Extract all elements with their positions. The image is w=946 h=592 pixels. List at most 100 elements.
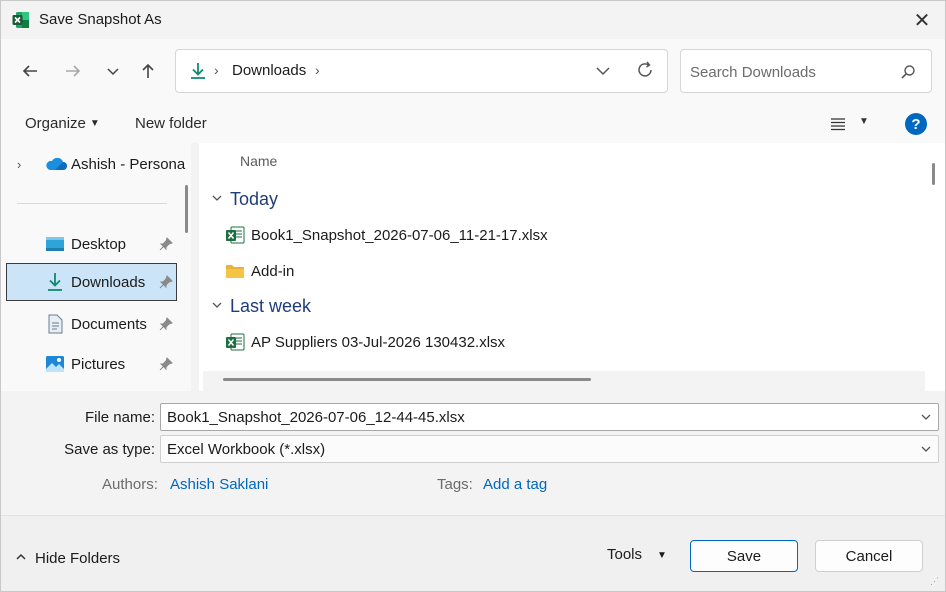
nav-item-pictures[interactable]: Pictures bbox=[6, 345, 177, 383]
title-bar: Save Snapshot As ✕ bbox=[1, 1, 945, 39]
downloads-icon bbox=[191, 63, 205, 79]
pin-icon[interactable] bbox=[159, 357, 173, 371]
horizontal-scrollbar-thumb[interactable] bbox=[223, 378, 591, 381]
up-arrow-icon bbox=[142, 63, 154, 78]
chevron-down-icon bbox=[211, 192, 229, 207]
forward-arrow-icon bbox=[66, 65, 81, 77]
group-label: Last week bbox=[230, 296, 312, 316]
new-folder-button[interactable]: New folder bbox=[135, 115, 207, 132]
recent-locations-button[interactable] bbox=[99, 59, 127, 83]
authors-label: Authors: bbox=[102, 476, 158, 493]
nav-scrollbar-thumb[interactable] bbox=[185, 185, 188, 233]
nav-item-label: Pictures bbox=[71, 355, 126, 373]
close-button[interactable]: ✕ bbox=[899, 1, 945, 39]
file-list-pane: Name Today Book1_Snapshot_2026-07-06_11-… bbox=[199, 143, 945, 391]
save-as-type-value: Excel Workbook (*.xlsx) bbox=[167, 441, 326, 458]
authors-value[interactable]: Ashish Saklani bbox=[170, 476, 268, 493]
search-input[interactable] bbox=[690, 62, 890, 82]
new-folder-label: New folder bbox=[135, 115, 207, 132]
chevron-down-icon[interactable] bbox=[920, 411, 932, 423]
navigation-pane: › Ashish - Persona Desktop Downloads Doc… bbox=[1, 143, 191, 391]
pictures-icon bbox=[46, 356, 64, 372]
hide-folders-label: Hide Folders bbox=[35, 550, 121, 567]
tags-label: Tags: bbox=[437, 476, 473, 493]
address-row: › Downloads › bbox=[1, 39, 945, 105]
file-name-label: File name: bbox=[84, 409, 155, 426]
downloads-icon bbox=[48, 273, 62, 291]
close-icon: ✕ bbox=[913, 9, 931, 32]
resize-grip-icon[interactable]: ⋰ bbox=[930, 576, 942, 588]
pin-icon[interactable] bbox=[159, 275, 173, 289]
breadcrumb-separator[interactable]: › bbox=[315, 62, 320, 78]
command-bar: Organize ▼ New folder ▼ ? bbox=[1, 105, 945, 143]
search-icon[interactable] bbox=[899, 63, 917, 81]
up-button[interactable] bbox=[134, 59, 162, 83]
pin-icon[interactable] bbox=[159, 317, 173, 331]
onedrive-cloud-icon bbox=[46, 157, 67, 170]
cancel-button[interactable]: Cancel bbox=[815, 540, 923, 572]
nav-item-label: Ashish - Persona bbox=[71, 155, 186, 173]
vertical-scrollbar[interactable] bbox=[925, 143, 945, 391]
file-row[interactable]: Add-in bbox=[225, 256, 925, 286]
add-tag-link[interactable]: Add a tag bbox=[483, 476, 547, 493]
breadcrumb-separator[interactable]: › bbox=[214, 62, 219, 78]
breadcrumb-downloads[interactable]: Downloads bbox=[232, 62, 306, 79]
nav-item-desktop[interactable]: Desktop bbox=[6, 225, 177, 263]
dialog-footer: Hide Folders Tools ▼ Save Cancel ⋰ bbox=[1, 515, 945, 591]
chevron-up-icon bbox=[15, 551, 27, 566]
forward-button[interactable] bbox=[59, 59, 87, 83]
file-row[interactable]: Book1_Snapshot_2026-07-06_11-21-17.xlsx bbox=[225, 220, 925, 250]
chevron-down-icon bbox=[921, 446, 931, 452]
file-name: Add-in bbox=[251, 262, 295, 280]
expand-chevron-icon[interactable]: › bbox=[17, 157, 21, 172]
save-form: File name: Book1_Snapshot_2026-07-06_12-… bbox=[1, 391, 945, 515]
organize-label: Organize bbox=[25, 115, 86, 132]
refresh-icon[interactable] bbox=[634, 59, 656, 81]
file-name: Book1_Snapshot_2026-07-06_11-21-17.xlsx bbox=[251, 226, 548, 244]
file-name-field[interactable]: Book1_Snapshot_2026-07-06_12-44-45.xlsx bbox=[160, 403, 939, 431]
caret-down-icon: ▼ bbox=[89, 118, 100, 129]
excel-app-icon bbox=[12, 12, 29, 28]
address-history-icon[interactable] bbox=[592, 60, 614, 82]
dialog-title: Save Snapshot As bbox=[39, 11, 162, 28]
folder-icon bbox=[226, 265, 244, 278]
nav-item-downloads[interactable]: Downloads bbox=[6, 263, 177, 301]
pin-icon[interactable] bbox=[159, 237, 173, 251]
tools-menu[interactable]: Tools bbox=[607, 546, 642, 563]
nav-item-label: Downloads bbox=[71, 273, 146, 291]
excel-file-icon bbox=[226, 333, 245, 351]
save-as-type-select[interactable]: Excel Workbook (*.xlsx) bbox=[160, 435, 939, 463]
documents-icon bbox=[48, 314, 63, 334]
nav-item-onedrive[interactable]: › Ashish - Persona bbox=[6, 145, 185, 183]
desktop-icon bbox=[46, 237, 64, 251]
back-button[interactable] bbox=[16, 59, 44, 83]
group-header-last-week[interactable]: Last week bbox=[211, 296, 311, 317]
save-as-dialog: Save Snapshot As ✕ › Downloads › Search … bbox=[0, 0, 946, 592]
hide-folders-button[interactable]: Hide Folders bbox=[15, 550, 120, 567]
search-box[interactable] bbox=[680, 49, 932, 93]
file-name-value[interactable]: Book1_Snapshot_2026-07-06_12-44-45.xlsx bbox=[167, 409, 465, 426]
file-row[interactable]: AP Suppliers 03-Jul-2026 130432.xlsx bbox=[225, 327, 925, 357]
excel-file-icon bbox=[226, 226, 245, 244]
column-header-name[interactable]: Name bbox=[240, 153, 277, 169]
address-bar[interactable]: › Downloads › bbox=[175, 49, 668, 93]
vertical-scrollbar-thumb[interactable] bbox=[932, 163, 935, 185]
nav-divider bbox=[17, 203, 167, 204]
file-name: AP Suppliers 03-Jul-2026 130432.xlsx bbox=[251, 333, 506, 351]
back-arrow-icon bbox=[22, 65, 37, 77]
chevron-down-icon bbox=[211, 299, 229, 314]
save-button[interactable]: Save bbox=[690, 540, 798, 572]
view-options-caret-icon[interactable]: ▼ bbox=[859, 116, 869, 127]
horizontal-scrollbar[interactable] bbox=[203, 371, 925, 391]
nav-item-label: Documents bbox=[71, 315, 147, 333]
organize-menu[interactable]: Organize ▼ bbox=[25, 115, 100, 132]
nav-item-documents[interactable]: Documents bbox=[6, 305, 177, 343]
chevron-down-icon bbox=[107, 68, 119, 76]
caret-down-icon[interactable]: ▼ bbox=[657, 550, 667, 561]
save-as-type-label: Save as type: bbox=[64, 441, 155, 458]
nav-item-label: Desktop bbox=[71, 235, 127, 253]
group-label: Today bbox=[230, 189, 279, 209]
help-icon[interactable]: ? bbox=[905, 113, 927, 135]
view-list-icon[interactable] bbox=[829, 115, 847, 133]
group-header-today[interactable]: Today bbox=[211, 189, 278, 210]
